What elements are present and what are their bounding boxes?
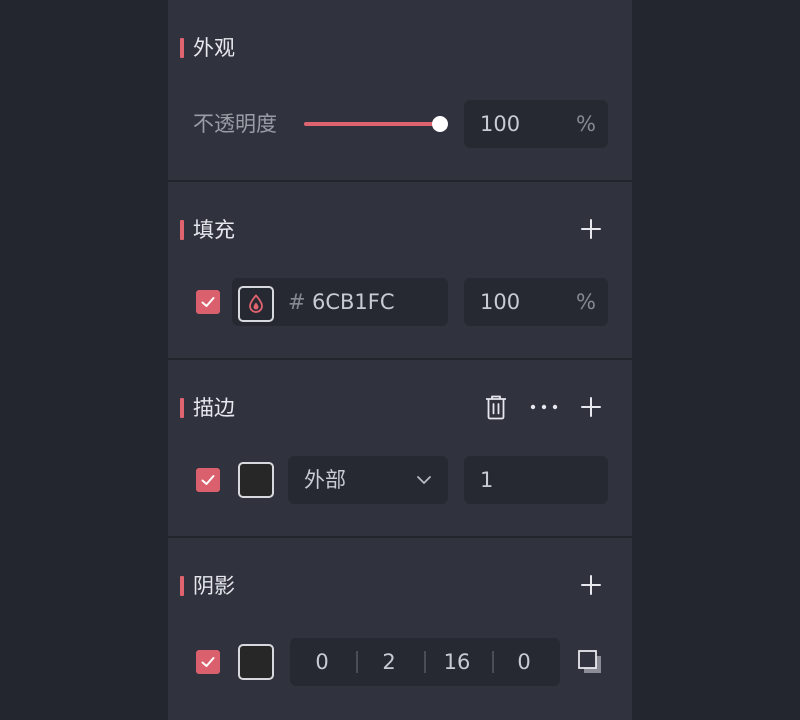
check-icon bbox=[201, 475, 215, 485]
properties-panel: 外观 不透明度 100 % 填充 # 6CB1FC 100 % 描边 外部 1 … bbox=[168, 0, 632, 720]
chevron-down-icon bbox=[417, 476, 431, 484]
trash-icon bbox=[486, 395, 506, 420]
opacity-slider-track bbox=[304, 122, 440, 126]
shadow-params-input[interactable]: 0 2 16 0 bbox=[290, 638, 560, 686]
opacity-slider[interactable] bbox=[304, 112, 450, 136]
opacity-input[interactable]: 100 % bbox=[464, 100, 608, 148]
droplet-icon bbox=[249, 294, 263, 313]
field-separator bbox=[424, 651, 426, 673]
drop-shadow-icon bbox=[578, 650, 601, 673]
shadow-blur-value[interactable]: 16 bbox=[427, 648, 487, 676]
more-options-button[interactable] bbox=[530, 393, 558, 421]
shadow-type-button[interactable] bbox=[576, 648, 604, 676]
appearance-section: 外观 不透明度 100 % bbox=[168, 0, 632, 180]
section-accent-bar bbox=[180, 38, 184, 58]
plus-icon bbox=[581, 397, 601, 417]
stroke-width-input[interactable]: 1 bbox=[464, 456, 608, 504]
shadow-section: 阴影 0 2 16 0 bbox=[168, 538, 632, 720]
fill-title: 填充 bbox=[193, 218, 235, 242]
section-accent-bar bbox=[180, 398, 184, 418]
add-fill-button[interactable] bbox=[577, 215, 605, 243]
shadow-y-value[interactable]: 2 bbox=[359, 648, 419, 676]
stroke-checkbox[interactable] bbox=[196, 468, 220, 492]
opacity-label: 不透明度 bbox=[193, 112, 277, 136]
fill-opacity-value: 100 bbox=[480, 290, 521, 314]
shadow-color-swatch[interactable] bbox=[238, 644, 274, 680]
field-separator bbox=[356, 651, 358, 673]
plus-icon bbox=[581, 219, 601, 239]
fill-color-input[interactable]: # 6CB1FC bbox=[232, 278, 448, 326]
stroke-section: 描边 外部 1 bbox=[168, 360, 632, 536]
fill-hex-value: 6CB1FC bbox=[312, 290, 395, 314]
fill-opacity-unit: % bbox=[576, 290, 596, 314]
section-accent-bar bbox=[180, 220, 184, 240]
hex-hash: # bbox=[288, 290, 306, 314]
shadow-title: 阴影 bbox=[193, 574, 235, 598]
section-accent-bar bbox=[180, 576, 184, 596]
stroke-title: 描边 bbox=[193, 396, 235, 420]
opacity-slider-thumb[interactable] bbox=[432, 116, 448, 132]
color-picker-button[interactable] bbox=[238, 286, 274, 322]
shadow-spread-value[interactable]: 0 bbox=[494, 648, 554, 676]
add-shadow-button[interactable] bbox=[577, 571, 605, 599]
appearance-title: 外观 bbox=[193, 36, 235, 60]
fill-section: 填充 # 6CB1FC 100 % bbox=[168, 182, 632, 358]
opacity-unit: % bbox=[576, 112, 596, 136]
stroke-position-select[interactable]: 外部 bbox=[288, 456, 448, 504]
add-stroke-button[interactable] bbox=[577, 393, 605, 421]
stroke-width-value: 1 bbox=[480, 468, 494, 492]
more-horizontal-icon bbox=[530, 404, 558, 410]
check-icon bbox=[201, 657, 215, 667]
shadow-x-value[interactable]: 0 bbox=[292, 648, 352, 676]
plus-icon bbox=[581, 575, 601, 595]
stroke-color-swatch[interactable] bbox=[238, 462, 274, 498]
fill-checkbox[interactable] bbox=[196, 290, 220, 314]
shadow-checkbox[interactable] bbox=[196, 650, 220, 674]
fill-opacity-input[interactable]: 100 % bbox=[464, 278, 608, 326]
stroke-position-value: 外部 bbox=[304, 468, 346, 492]
check-icon bbox=[201, 297, 215, 307]
delete-stroke-button[interactable] bbox=[482, 393, 510, 421]
opacity-value: 100 bbox=[480, 112, 521, 136]
